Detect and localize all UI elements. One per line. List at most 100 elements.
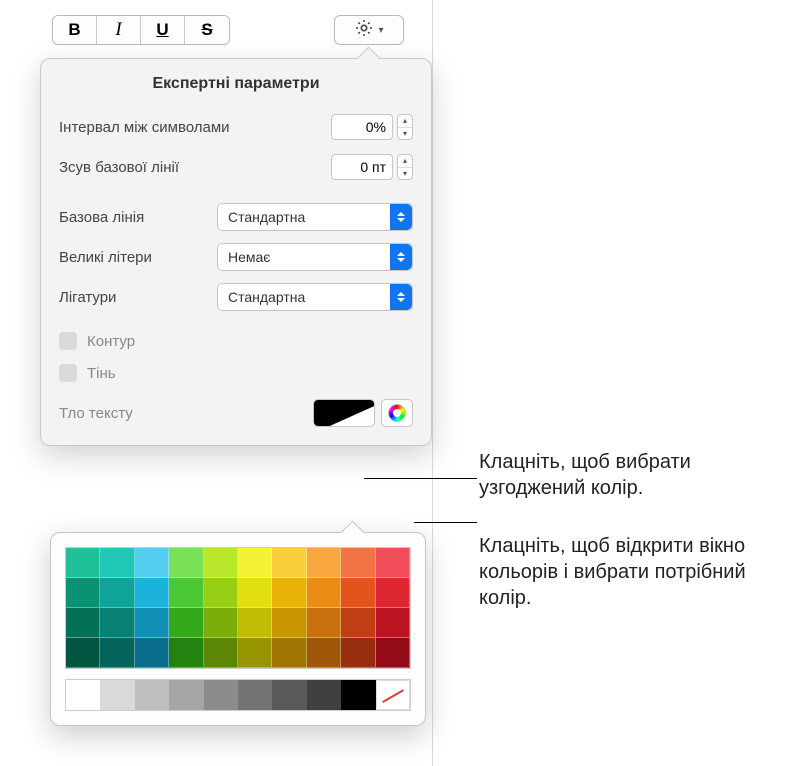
chevron-down-icon: ▾ <box>378 25 383 36</box>
callout-swatch-text: Клацніть, щоб вибрати узгоджений колір. <box>479 449 789 501</box>
ligatures-label: Лігатури <box>59 289 217 306</box>
color-swatch[interactable] <box>341 578 375 608</box>
color-swatch[interactable] <box>376 608 410 638</box>
char-spacing-input[interactable] <box>331 114 393 140</box>
ligatures-select[interactable]: Стандартна <box>217 283 413 311</box>
text-background-row: Тло тексту <box>59 399 413 427</box>
color-swatch[interactable] <box>272 548 306 578</box>
color-swatch[interactable] <box>307 548 341 578</box>
color-swatch[interactable] <box>100 548 134 578</box>
color-swatch[interactable] <box>272 608 306 638</box>
shadow-row: Тінь <box>59 357 413 389</box>
outline-row: Контур <box>59 325 413 357</box>
outline-checkbox[interactable] <box>59 332 77 350</box>
color-swatch[interactable] <box>100 680 134 710</box>
color-swatch[interactable] <box>135 638 169 668</box>
color-swatch[interactable] <box>66 680 100 710</box>
color-swatch[interactable] <box>204 548 238 578</box>
style-segment: B I U S <box>52 15 230 45</box>
color-swatch[interactable] <box>272 680 306 710</box>
color-swatch[interactable] <box>238 638 272 668</box>
color-swatch[interactable] <box>169 638 203 668</box>
chevron-up-icon: ▴ <box>398 155 412 168</box>
color-swatch[interactable] <box>66 548 100 578</box>
callout-line <box>414 522 477 523</box>
outline-label: Контур <box>87 333 135 350</box>
color-swatch[interactable] <box>341 680 375 710</box>
color-swatch[interactable] <box>135 680 169 710</box>
color-swatch[interactable] <box>341 608 375 638</box>
char-spacing-stepper: ▴▾ <box>331 114 413 140</box>
char-spacing-label: Інтервал між символами <box>59 119 331 136</box>
chevron-down-icon: ▾ <box>398 168 412 180</box>
color-swatch[interactable] <box>272 578 306 608</box>
color-swatch[interactable] <box>238 608 272 638</box>
color-swatch[interactable] <box>135 578 169 608</box>
underline-button[interactable]: U <box>141 16 185 44</box>
color-swatch[interactable] <box>307 608 341 638</box>
bold-button[interactable]: B <box>53 16 97 44</box>
no-color-swatch[interactable] <box>376 680 410 710</box>
color-swatch[interactable] <box>204 638 238 668</box>
shadow-checkbox[interactable] <box>59 364 77 382</box>
baseline-label: Базова лінія <box>59 209 217 226</box>
color-palette-popover <box>50 532 426 726</box>
callout-picker-text: Клацніть, щоб відкрити вікно кольорів і … <box>479 533 789 611</box>
text-bg-color-well[interactable] <box>313 399 375 427</box>
char-spacing-spinner[interactable]: ▴▾ <box>397 114 413 140</box>
color-grid <box>65 547 411 669</box>
chevron-down-icon: ▾ <box>398 128 412 140</box>
baseline-shift-row: Зсув базової лінії ▴▾ <box>59 147 413 187</box>
color-swatch[interactable] <box>307 578 341 608</box>
color-swatch[interactable] <box>100 608 134 638</box>
color-swatch[interactable] <box>169 578 203 608</box>
advanced-options-button[interactable]: ▾ <box>334 15 404 45</box>
color-swatch[interactable] <box>135 608 169 638</box>
color-swatch[interactable] <box>66 608 100 638</box>
color-swatch[interactable] <box>238 578 272 608</box>
color-swatch[interactable] <box>376 548 410 578</box>
color-swatch[interactable] <box>341 638 375 668</box>
color-swatch[interactable] <box>204 578 238 608</box>
baseline-select-value: Стандартна <box>228 209 305 225</box>
caps-select[interactable]: Немає <box>217 243 413 271</box>
color-swatch[interactable] <box>204 680 238 710</box>
baseline-select[interactable]: Стандартна <box>217 203 413 231</box>
color-swatch[interactable] <box>100 638 134 668</box>
color-swatch[interactable] <box>341 548 375 578</box>
grayscale-row <box>65 679 411 711</box>
select-arrows-icon <box>390 284 412 310</box>
color-swatch[interactable] <box>135 548 169 578</box>
color-swatch[interactable] <box>66 578 100 608</box>
color-swatch[interactable] <box>204 608 238 638</box>
baseline-shift-input[interactable] <box>331 154 393 180</box>
color-swatch[interactable] <box>169 608 203 638</box>
color-swatch[interactable] <box>272 638 306 668</box>
select-arrows-icon <box>390 204 412 230</box>
baseline-shift-spinner[interactable]: ▴▾ <box>397 154 413 180</box>
popover-title: Експертні параметри <box>59 75 413 93</box>
color-swatch[interactable] <box>238 680 272 710</box>
gear-icon <box>354 18 374 43</box>
ligatures-select-value: Стандартна <box>228 289 305 305</box>
shadow-label: Тінь <box>87 365 116 382</box>
strikethrough-button[interactable]: S <box>185 16 229 44</box>
baseline-row: Базова лінія Стандартна <box>59 197 413 237</box>
baseline-shift-stepper: ▴▾ <box>331 154 413 180</box>
color-swatch[interactable] <box>169 680 203 710</box>
color-swatch[interactable] <box>376 578 410 608</box>
text-bg-label: Тло тексту <box>59 405 133 422</box>
color-swatch[interactable] <box>307 638 341 668</box>
color-picker-button[interactable] <box>381 399 413 427</box>
color-swatch[interactable] <box>376 638 410 668</box>
callout-line <box>364 478 477 479</box>
caps-select-value: Немає <box>228 249 270 265</box>
sidebar-divider <box>432 0 433 766</box>
color-swatch[interactable] <box>307 680 341 710</box>
italic-button[interactable]: I <box>97 16 141 44</box>
color-swatch[interactable] <box>66 638 100 668</box>
color-swatch[interactable] <box>100 578 134 608</box>
baseline-shift-label: Зсув базової лінії <box>59 159 331 176</box>
color-swatch[interactable] <box>238 548 272 578</box>
color-swatch[interactable] <box>169 548 203 578</box>
